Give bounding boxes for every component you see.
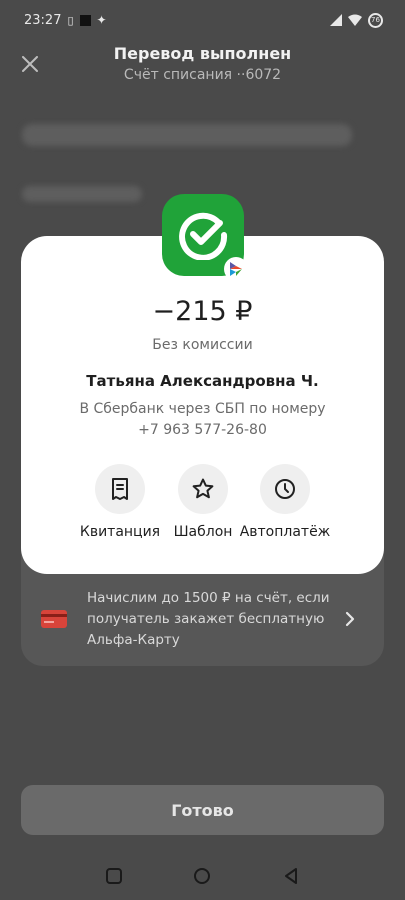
method-phone-line: +7 963 577-26-80 [138, 422, 267, 438]
transfer-method: В Сбербанк через СБП по номеру +7 963 57… [21, 399, 384, 441]
card-icon [41, 610, 67, 628]
commission-text: Без комиссии [152, 337, 253, 353]
close-button[interactable] [16, 50, 44, 78]
recent-apps-icon[interactable] [104, 866, 124, 886]
autopay-button[interactable]: Автоплатёж [235, 464, 335, 540]
home-icon[interactable] [192, 866, 212, 886]
recipient-name: Татьяна Александровна Ч. [86, 372, 319, 390]
template-button-circle[interactable] [178, 464, 228, 514]
promo-text: Начислим до 1500 ₽ на счёт, если получат… [87, 590, 330, 648]
page-subtitle: Счёт списания ··6072 [123, 67, 282, 83]
battery-icon: 76 [368, 12, 383, 28]
sber-check-icon [179, 212, 228, 260]
actions-row: Квитанция Шаблон Автоплатёж [21, 464, 384, 544]
page-title: Перевод выполнен [113, 44, 292, 63]
signal-icon [330, 14, 342, 26]
done-button[interactable]: Готово [21, 785, 384, 835]
star-icon [192, 478, 214, 499]
status-time: 23:27 [24, 12, 62, 28]
app-notification-icon: ✦ [96, 13, 107, 27]
method-bank-line: В Сбербанк через СБП по номеру [79, 401, 326, 417]
receipt-card: −215 ₽ Без комиссии Татьяна Александровн… [21, 236, 384, 574]
autopay-button-circle[interactable] [260, 464, 310, 514]
clock-icon [275, 479, 295, 499]
blurred-background-line [22, 186, 142, 202]
autopay-label: Автоплатёж [239, 524, 331, 540]
navigation-bar [0, 856, 405, 896]
chevron-right-icon [345, 611, 355, 627]
vibrate-icon: ▯ [67, 13, 74, 27]
status-bar: 23:27 ▯ ✦ 76 [0, 0, 405, 40]
close-icon [22, 56, 38, 72]
transfer-amount: −215 ₽ [152, 296, 253, 327]
receipt-button-circle[interactable] [95, 464, 145, 514]
receipt-icon [112, 478, 128, 500]
blurred-background-line [22, 124, 352, 146]
header: Перевод выполнен Счёт списания ··6072 [0, 40, 405, 88]
notification-icon [79, 14, 91, 26]
sbp-icon [224, 257, 248, 281]
back-icon[interactable] [281, 866, 301, 886]
wifi-icon [348, 14, 362, 26]
